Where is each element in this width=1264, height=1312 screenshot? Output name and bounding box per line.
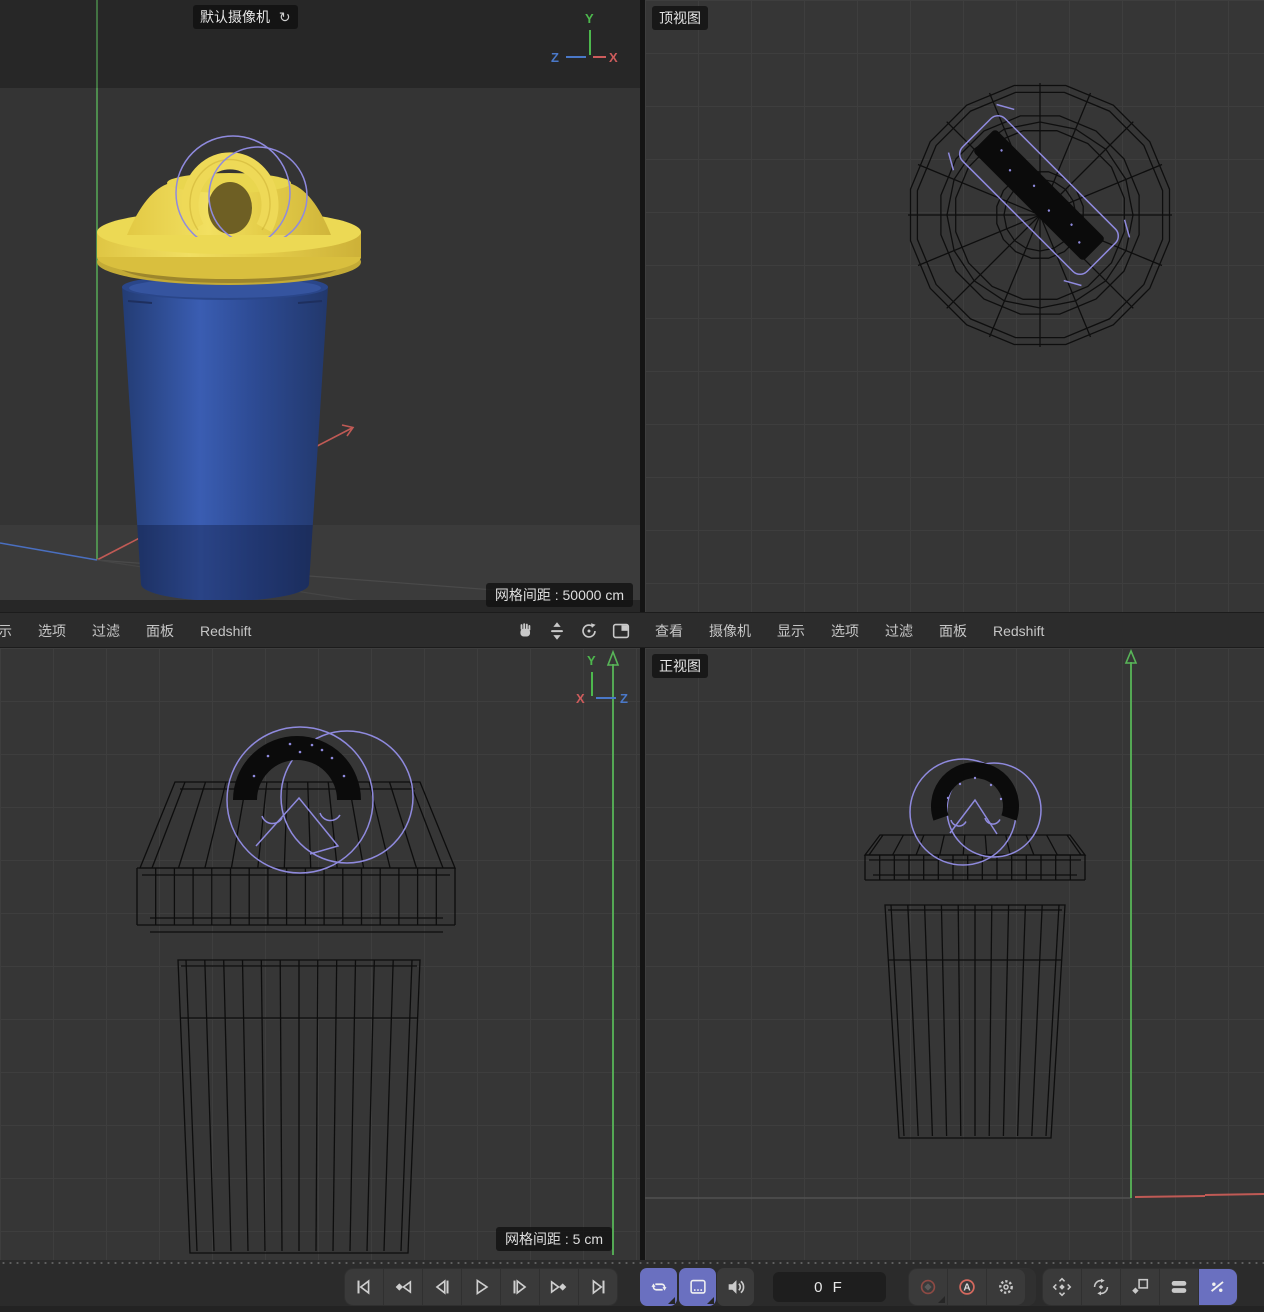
goto-start-button[interactable] (345, 1269, 383, 1305)
transport-controls (344, 1268, 618, 1306)
play-mode-loop-button[interactable] (640, 1268, 677, 1306)
rotation-key-button[interactable] (1082, 1269, 1120, 1305)
grid-spacing-info-wire: 网格间距 : 5 cm (495, 1227, 612, 1251)
menu-redshift-right[interactable]: Redshift (993, 623, 1044, 639)
axis-y-label: Y (585, 11, 594, 26)
axis-gizmo-wire: Y X Z (576, 653, 628, 706)
toolbar-left: 显示 选项 过滤 面板 Redshift (0, 613, 640, 649)
viewport-nav-icons (512, 618, 640, 644)
menu-filter-left[interactable]: 过滤 (92, 621, 120, 641)
front-scene (645, 648, 1264, 1260)
handle-wireframe-top (947, 103, 1131, 287)
pan-hand-icon[interactable] (512, 618, 538, 644)
key-type-toggles (1042, 1268, 1238, 1306)
menu-camera-right[interactable]: 摄像机 (709, 621, 751, 641)
scale-key-button[interactable] (1121, 1269, 1159, 1305)
position-key-button[interactable] (1043, 1269, 1081, 1305)
camera-tag-icon[interactable]: ↻ (279, 9, 291, 25)
top-scene (908, 83, 1172, 347)
menu-panel-right[interactable]: 面板 (939, 621, 967, 641)
keying-controls: A (908, 1268, 1036, 1306)
menu-redshift-left[interactable]: Redshift (200, 623, 251, 639)
goto-end-button[interactable] (579, 1269, 617, 1305)
next-frame-button[interactable] (501, 1269, 539, 1305)
viewport-toolbars: 显示 选项 过滤 面板 Redshift (0, 612, 1264, 648)
menu-display-left[interactable]: 显示 (0, 621, 12, 641)
wireframe-scene: Y X Z (136, 649, 628, 1255)
keyframe-settings-gear-icon[interactable] (987, 1269, 1025, 1305)
animation-toolbar: 0 F A (0, 1260, 1264, 1306)
menu-filter-right[interactable]: 过滤 (885, 621, 913, 641)
axis-z-label: Z (620, 691, 628, 706)
axis-x-label: X (576, 691, 585, 706)
record-keyframe-button[interactable] (909, 1269, 947, 1305)
menu-display-right[interactable]: 显示 (777, 621, 805, 641)
axis-y-label: Y (587, 653, 596, 668)
pla-key-button[interactable] (1199, 1269, 1237, 1305)
preview-range-button[interactable] (679, 1268, 716, 1306)
perspective-scene: Y Z X (0, 0, 640, 612)
menu-options-right[interactable]: 选项 (831, 621, 859, 641)
timeline-ruler-strip[interactable] (0, 1306, 1264, 1312)
svg-text:A: A (963, 1283, 971, 1294)
sound-button[interactable] (717, 1268, 754, 1306)
camera-label[interactable]: 默认摄像机 ↻ (193, 5, 298, 29)
menu-view-right[interactable]: 查看 (655, 621, 683, 641)
play-button[interactable] (462, 1269, 500, 1305)
dolly-zoom-icon[interactable] (544, 618, 570, 644)
viewport-front-label: 正视图 (652, 654, 708, 678)
previous-frame-button[interactable] (423, 1269, 461, 1305)
menu-panel-left[interactable]: 面板 (146, 621, 174, 641)
axis-z-label: Z (551, 50, 559, 65)
maximize-viewport-icon[interactable] (608, 618, 634, 644)
viewport-front[interactable]: 正视图 (645, 648, 1264, 1260)
viewport-wireframe[interactable]: Y X Z 网格间距 : 5 cm (0, 648, 640, 1260)
menu-options-left[interactable]: 选项 (38, 621, 66, 641)
grid-spacing-info-perspective: 网格间距 : 50000 cm (485, 583, 633, 607)
viewport-perspective[interactable]: Y Z X 默认摄像机 ↻ 网格间距 : 50000 cm (0, 0, 640, 612)
rotate-view-icon[interactable] (576, 618, 602, 644)
timebar-separator (0, 1261, 1264, 1265)
autokey-button[interactable]: A (948, 1269, 986, 1305)
toolbar-right: 查看 摄像机 显示 选项 过滤 面板 Redshift (645, 613, 1264, 649)
parameter-key-button[interactable] (1160, 1269, 1198, 1305)
current-frame-field[interactable]: 0 F (773, 1272, 886, 1302)
next-key-button[interactable] (540, 1269, 578, 1305)
viewport-top[interactable]: 顶视图 (645, 0, 1264, 612)
axis-x-label: X (609, 50, 618, 65)
previous-key-button[interactable] (384, 1269, 422, 1305)
viewport-top-label: 顶视图 (652, 6, 708, 30)
